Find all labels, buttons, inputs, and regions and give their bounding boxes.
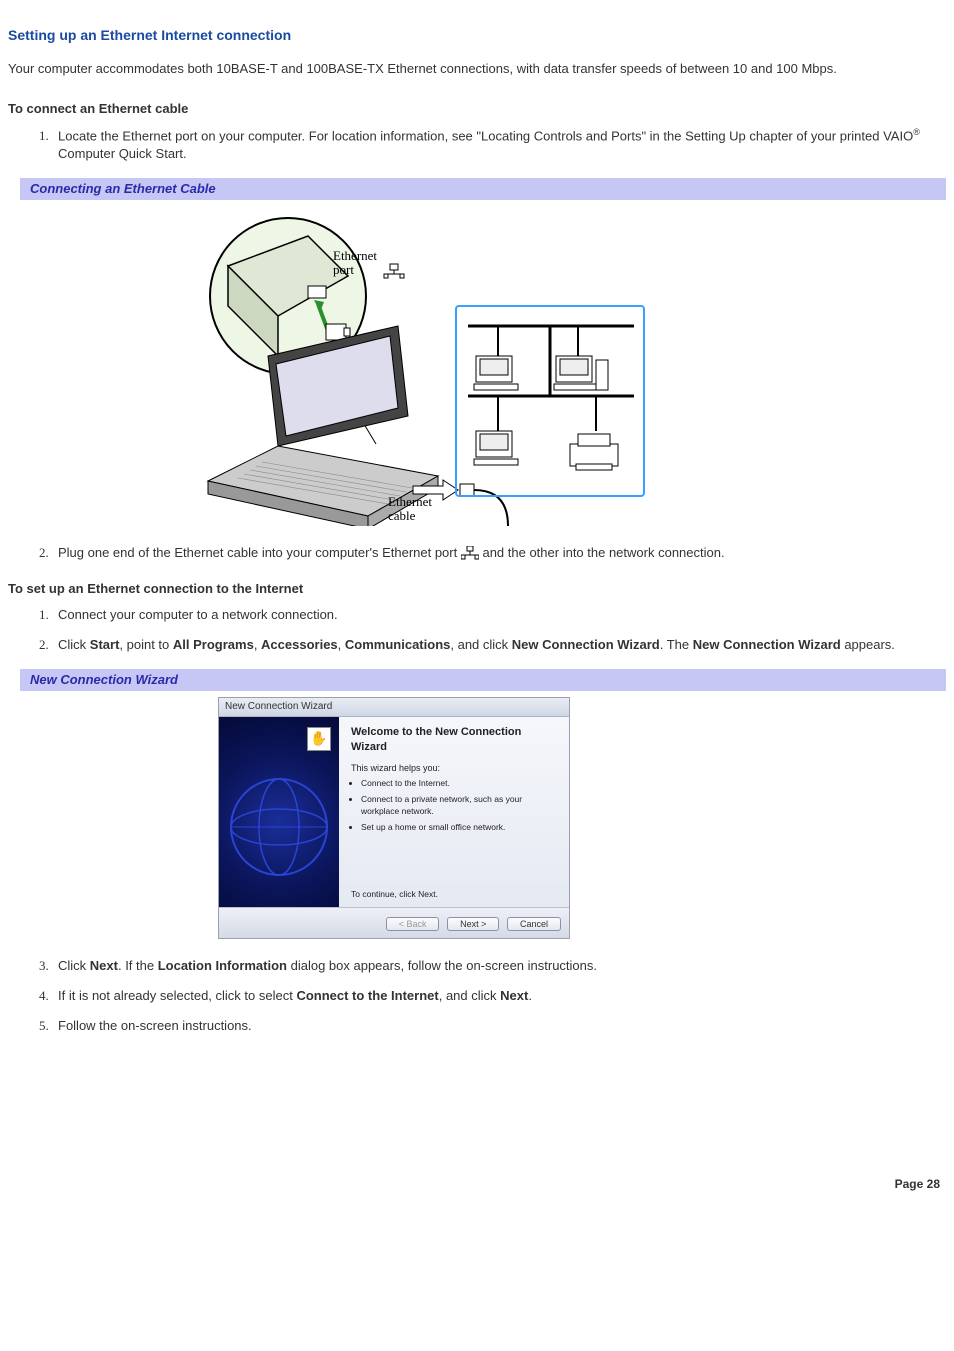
wizard-back-button[interactable]: < Back <box>386 917 440 931</box>
t: Accessories <box>261 637 338 652</box>
ethernet-port-icon <box>461 546 479 560</box>
wizard-cancel-button[interactable]: Cancel <box>507 917 561 931</box>
step-2-open-wizard: Click Start, point to All Programs, Acce… <box>52 636 946 654</box>
figure-ethernet-cable: Ethernet port <box>8 206 946 526</box>
wizard-titlebar: New Connection Wizard <box>219 698 569 717</box>
step-4-connect-internet: If it is not already selected, click to … <box>52 987 946 1005</box>
wizard-button-row: < Back Next > Cancel <box>219 907 569 938</box>
globe-lines-icon <box>219 717 339 907</box>
step-text: Computer Quick Start. <box>58 146 187 161</box>
t: Click <box>58 637 90 652</box>
t: . If the <box>118 958 158 973</box>
page-number: Page 28 <box>8 1176 946 1193</box>
t: Start <box>90 637 120 652</box>
figure-caption-ethernet: Connecting an Ethernet Cable <box>8 178 946 200</box>
page-title: Setting up an Ethernet Internet connecti… <box>8 26 946 46</box>
t: , and click <box>450 637 511 652</box>
figure-caption-wizard: New Connection Wizard <box>8 669 946 691</box>
figure-wizard: New Connection Wizard ✋ Welcome to the N… <box>8 697 946 939</box>
t: Next <box>90 958 118 973</box>
t: Communications <box>345 637 450 652</box>
wizard-side-graphic: ✋ <box>219 717 339 907</box>
steps-setup-internet: Connect your computer to a network conne… <box>8 606 946 654</box>
t: , <box>338 637 345 652</box>
t: , <box>254 637 261 652</box>
t: Location Information <box>158 958 287 973</box>
steps-connect-cable-cont: Plug one end of the Ethernet cable into … <box>8 544 946 562</box>
step-3-click-next: Click Next. If the Location Information … <box>52 957 946 975</box>
step-2-plug-cable: Plug one end of the Ethernet cable into … <box>52 544 946 562</box>
t: All Programs <box>173 637 254 652</box>
label-ethernet-port: Ethernet <box>333 248 377 263</box>
wizard-bullet: Connect to the Internet. <box>361 778 559 790</box>
wizard-bullet: Connect to a private network, such as yo… <box>361 794 559 818</box>
trademark-symbol: ® <box>913 127 920 137</box>
svg-text:Ethernet cable: Ethernet cable <box>388 494 435 523</box>
wizard-welcome-heading: Welcome to the New Connection Wizard <box>351 725 559 756</box>
t: dialog box appears, follow the on-screen… <box>287 958 597 973</box>
wizard-helps-label: This wizard helps you: <box>351 762 559 775</box>
t: . The <box>660 637 693 652</box>
step-text: Locate the Ethernet port on your compute… <box>58 128 913 143</box>
t: , and click <box>439 988 500 1003</box>
wizard-continue-label: To continue, click Next. <box>351 889 559 901</box>
wizard-next-button[interactable]: Next > <box>447 917 499 931</box>
t: Next <box>500 988 528 1003</box>
t: If it is not already selected, click to … <box>58 988 296 1003</box>
section-heading-connect-cable: To connect an Ethernet cable <box>8 100 946 118</box>
t: . <box>528 988 532 1003</box>
wizard-bullet: Set up a home or small office network. <box>361 822 559 834</box>
intro-paragraph: Your computer accommodates both 10BASE-T… <box>8 60 946 78</box>
wizard-content: Welcome to the New Connection Wizard Thi… <box>339 717 569 907</box>
t: New Connection Wizard <box>512 637 660 652</box>
step-text: and the other into the network connectio… <box>482 545 724 560</box>
step-text: Plug one end of the Ethernet cable into … <box>58 545 461 560</box>
step-1-locate-port: Locate the Ethernet port on your compute… <box>52 126 946 164</box>
t: New Connection Wizard <box>693 637 841 652</box>
step-5-follow: Follow the on-screen instructions. <box>52 1017 946 1035</box>
steps-setup-internet-cont: Click Next. If the Location Information … <box>8 957 946 1036</box>
step-1-connect-network: Connect your computer to a network conne… <box>52 606 946 624</box>
steps-connect-cable: Locate the Ethernet port on your compute… <box>8 126 946 164</box>
section-heading-setup-internet: To set up an Ethernet connection to the … <box>8 580 946 598</box>
label-ethernet-cable: Ethernet <box>388 494 432 509</box>
wizard-dialog: New Connection Wizard ✋ Welcome to the N… <box>218 697 570 939</box>
t: Click <box>58 958 90 973</box>
t: appears. <box>841 637 895 652</box>
ethernet-diagram: Ethernet port <box>158 206 648 526</box>
t: , point to <box>119 637 172 652</box>
t: Connect to the Internet <box>296 988 438 1003</box>
